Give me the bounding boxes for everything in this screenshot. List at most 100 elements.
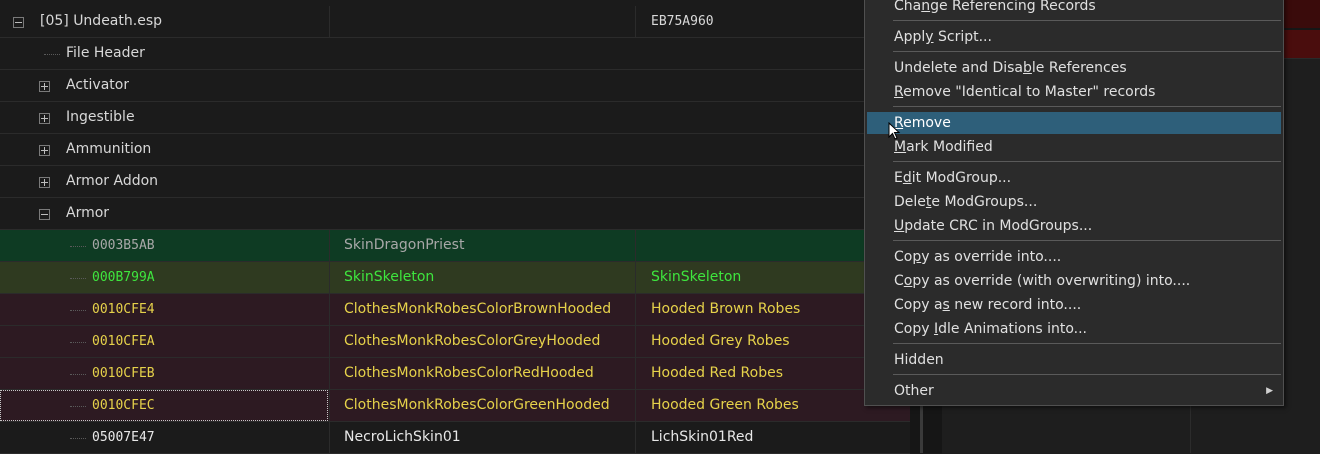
menu-item-change-referencing-records[interactable]: Change Referencing Records bbox=[867, 0, 1281, 17]
menu-separator bbox=[893, 106, 1281, 107]
editor-id: ClothesMonkRobesColorRedHooded bbox=[329, 358, 635, 389]
mouse-cursor-icon bbox=[888, 122, 901, 140]
menu-accel-key: s bbox=[942, 297, 950, 313]
tree-line bbox=[70, 278, 86, 279]
menu-item-apply-script[interactable]: Apply Script... bbox=[867, 26, 1281, 48]
menu-item-copy-idle-animations[interactable]: Copy Idle Animations into... bbox=[867, 318, 1281, 340]
record-tree: [05] Undeath.esp EB75A960 File Header Ac… bbox=[0, 6, 910, 454]
menu-label: Hidden bbox=[894, 352, 944, 368]
form-id: 0010CFE4 bbox=[92, 302, 155, 317]
menu-accel-key: p bbox=[912, 249, 922, 265]
table-row[interactable]: 0010CFEA ClothesMonkRobesColorGreyHooded… bbox=[0, 326, 910, 358]
tree-row-ammunition[interactable]: Ammunition bbox=[0, 134, 910, 166]
menu-label-part: new record into.... bbox=[949, 297, 1082, 313]
menu-label-part: Copy a bbox=[894, 297, 943, 313]
form-id: 0010CFEA bbox=[92, 334, 155, 349]
menu-label-part: dle Animations into... bbox=[938, 321, 1087, 337]
expand-icon[interactable] bbox=[39, 81, 50, 92]
tree-line bbox=[70, 374, 86, 375]
menu-label-part: py as override (with overwriting) into..… bbox=[912, 273, 1191, 289]
menu-label-part: it ModGroup... bbox=[911, 170, 1012, 186]
group-name: Ammunition bbox=[66, 141, 152, 157]
menu-separator bbox=[893, 51, 1281, 52]
tree-row-armor-addon[interactable]: Armor Addon bbox=[0, 166, 910, 198]
menu-item-mark-modified[interactable]: Mark Modified bbox=[867, 136, 1281, 158]
menu-accel-key: U bbox=[894, 218, 905, 234]
menu-separator bbox=[893, 374, 1281, 375]
menu-item-remove-itm[interactable]: Remove "Identical to Master" records bbox=[867, 81, 1281, 103]
form-id: 0010CFEC bbox=[92, 398, 155, 413]
form-id: 0010CFEB bbox=[92, 366, 155, 381]
menu-label-part: y as override into.... bbox=[921, 249, 1062, 265]
expand-icon[interactable] bbox=[39, 113, 50, 124]
group-name: Activator bbox=[66, 77, 130, 93]
menu-label-part: E bbox=[894, 170, 903, 186]
tree-row-plugin[interactable]: [05] Undeath.esp EB75A960 bbox=[0, 6, 910, 38]
menu-accel-key: y bbox=[925, 29, 934, 45]
conflict-cell bbox=[1284, 30, 1320, 58]
menu-label-part: emove "Identical to Master" records bbox=[903, 84, 1156, 100]
tree-line bbox=[70, 310, 86, 311]
menu-item-copy-as-new-record[interactable]: Copy as new record into.... bbox=[867, 294, 1281, 316]
menu-item-hidden[interactable]: Hidden bbox=[867, 349, 1281, 371]
table-row[interactable]: 0010CFEB ClothesMonkRobesColorRedHooded … bbox=[0, 358, 910, 390]
form-id: 05007E47 bbox=[92, 430, 155, 445]
menu-item-update-crc[interactable]: Update CRC in ModGroups... bbox=[867, 215, 1281, 237]
menu-item-copy-as-override-overwriting[interactable]: Copy as override (with overwriting) into… bbox=[867, 270, 1281, 292]
menu-accel-key: n bbox=[921, 0, 931, 14]
full-name: LichSkin01Red bbox=[635, 422, 910, 453]
menu-separator bbox=[893, 161, 1281, 162]
menu-label-part: pdate CRC in ModGroups... bbox=[904, 218, 1093, 234]
menu-label-part: C bbox=[894, 273, 904, 289]
editor-id: SkinDragonPriest bbox=[329, 230, 635, 261]
table-row[interactable]: 000B799A SkinSkeleton SkinSkeleton bbox=[0, 262, 910, 294]
menu-label-part: le References bbox=[1031, 60, 1127, 76]
focus-rectangle bbox=[0, 390, 328, 421]
table-row-focused[interactable]: 0010CFEC ClothesMonkRobesColorGreenHoode… bbox=[0, 390, 910, 422]
menu-accel-key: d bbox=[902, 170, 912, 186]
form-id: 000B799A bbox=[92, 270, 155, 285]
menu-accel-key: b bbox=[1023, 60, 1032, 76]
menu-label-part: Copy bbox=[894, 321, 934, 337]
cell-editor-id bbox=[329, 6, 635, 37]
tree-line bbox=[44, 54, 60, 55]
menu-label-part: e ModGroups... bbox=[931, 194, 1038, 210]
editor-id: ClothesMonkRobesColorBrownHooded bbox=[329, 294, 635, 325]
menu-label-part: Co bbox=[894, 249, 913, 265]
tree-line bbox=[70, 438, 86, 439]
menu-item-remove[interactable]: Remove bbox=[867, 112, 1281, 134]
menu-separator bbox=[893, 20, 1281, 21]
menu-label-part: Cha bbox=[894, 0, 922, 14]
tree-line bbox=[70, 406, 86, 407]
menu-item-copy-as-override[interactable]: Copy as override into.... bbox=[867, 246, 1281, 268]
tree-row-armor[interactable]: Armor bbox=[0, 198, 910, 230]
expand-icon[interactable] bbox=[39, 145, 50, 156]
submenu-arrow-icon: ▶ bbox=[1266, 386, 1273, 396]
group-name: Ingestible bbox=[66, 109, 135, 125]
tree-line bbox=[70, 342, 86, 343]
form-id: 0003B5AB bbox=[92, 238, 155, 253]
tree-row-ingestible[interactable]: Ingestible bbox=[0, 102, 910, 134]
menu-item-delete-modgroups[interactable]: Delete ModGroups... bbox=[867, 191, 1281, 213]
menu-item-other[interactable]: Other ▶ bbox=[867, 380, 1281, 402]
table-row[interactable]: 05007E47 NecroLichSkin01 LichSkin01Red bbox=[0, 422, 910, 454]
collapse-icon[interactable] bbox=[39, 209, 50, 220]
expand-icon[interactable] bbox=[39, 177, 50, 188]
menu-item-undelete-disable[interactable]: Undelete and Disable References bbox=[867, 57, 1281, 79]
table-row[interactable]: 0010CFE4 ClothesMonkRobesColorBrownHoode… bbox=[0, 294, 910, 326]
table-row[interactable]: 0003B5AB SkinDragonPriest bbox=[0, 230, 910, 262]
collapse-icon[interactable] bbox=[13, 17, 24, 28]
group-name: Armor Addon bbox=[66, 173, 159, 189]
editor-id: NecroLichSkin01 bbox=[329, 422, 635, 453]
tree-row-activator[interactable]: Activator bbox=[0, 70, 910, 102]
tree-row-file-header[interactable]: File Header bbox=[0, 38, 910, 70]
menu-label-part: emove bbox=[903, 115, 951, 131]
menu-label-part: ge Referencing Records bbox=[930, 0, 1096, 14]
menu-label-part: ark Modified bbox=[906, 139, 993, 155]
context-menu: Change Referencing Records Apply Script.… bbox=[864, 0, 1284, 406]
editor-id: ClothesMonkRobesColorGreenHooded bbox=[329, 390, 635, 421]
group-name: File Header bbox=[66, 45, 145, 61]
menu-label-part: Dele bbox=[894, 194, 926, 210]
menu-label-part: Script... bbox=[933, 29, 992, 45]
menu-item-edit-modgroup[interactable]: Edit ModGroup... bbox=[867, 167, 1281, 189]
